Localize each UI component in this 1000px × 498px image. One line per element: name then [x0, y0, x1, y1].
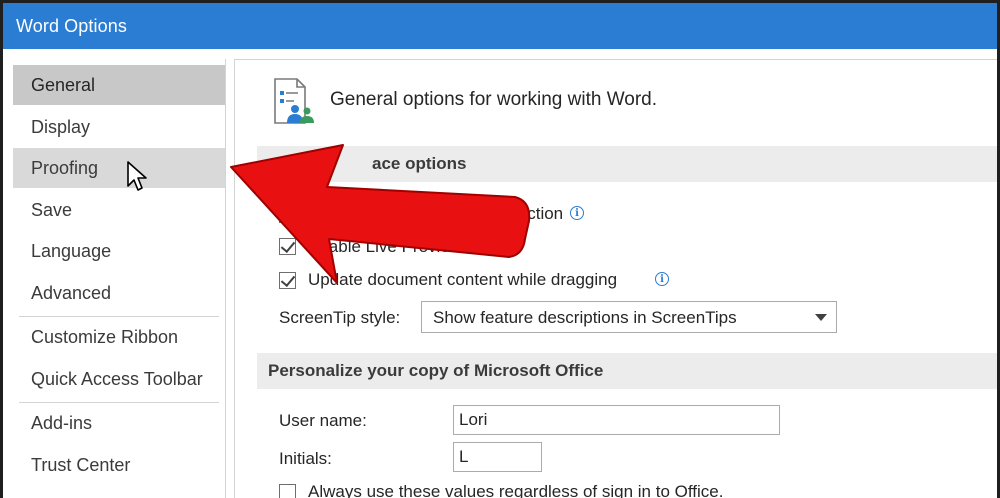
username-input[interactable]: Lori: [453, 405, 780, 435]
sidebar-item-trust-center[interactable]: Trust Center: [13, 445, 225, 485]
page-title: General options for working with Word.: [330, 89, 658, 110]
window-title: Word Options: [16, 16, 127, 36]
screentip-style-label: ScreenTip style:: [279, 308, 401, 327]
info-icon[interactable]: i: [570, 206, 584, 220]
red-arrow-annotation: [230, 144, 531, 284]
title-bar[interactable]: Word Options: [3, 3, 997, 49]
sidebar-item-proofing[interactable]: Proofing: [13, 148, 225, 188]
sidebar-item-customize-ribbon[interactable]: Customize Ribbon: [13, 317, 225, 357]
username-label: User name:: [279, 411, 367, 430]
initials-input[interactable]: L: [453, 442, 542, 472]
chevron-down-icon: [815, 314, 827, 321]
info-icon[interactable]: i: [655, 272, 669, 286]
sidebar-item-general[interactable]: General: [13, 65, 225, 105]
options-sidebar: General Display Proofing Save Language A…: [13, 59, 226, 498]
options-people-icon: [274, 78, 314, 124]
sidebar-item-add-ins[interactable]: Add-ins: [13, 403, 225, 443]
sidebar-item-display[interactable]: Display: [13, 107, 225, 147]
word-options-dialog: Word Options General Display Proofing Sa…: [3, 3, 997, 498]
screentip-style-dropdown[interactable]: Show feature descriptions in ScreenTips: [421, 301, 837, 333]
screentip-style-value: Show feature descriptions in ScreenTips: [433, 308, 737, 327]
sidebar-item-language[interactable]: Language: [13, 231, 225, 271]
mouse-cursor-icon: [127, 161, 147, 191]
always-use-label: Always use these values regardless of si…: [308, 482, 724, 498]
sidebar-item-save[interactable]: Save: [13, 190, 225, 230]
always-use-checkbox[interactable]: [279, 484, 296, 498]
sidebar-item-advanced[interactable]: Advanced: [13, 273, 225, 313]
section-header-personalize: Personalize your copy of Microsoft Offic…: [257, 353, 997, 389]
sidebar-item-quick-access-toolbar[interactable]: Quick Access Toolbar: [13, 359, 225, 399]
initials-label: Initials:: [279, 449, 332, 468]
